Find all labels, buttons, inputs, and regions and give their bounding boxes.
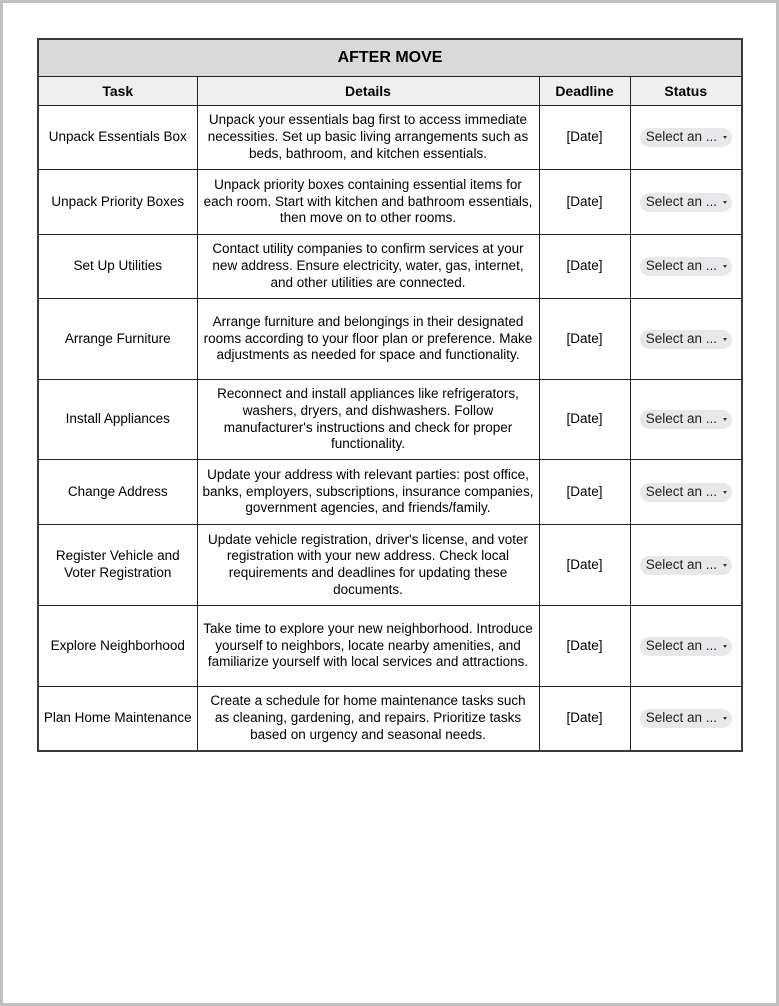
table-title-row: AFTER MOVE bbox=[37, 38, 743, 77]
status-dropdown-label: Select an ... bbox=[645, 258, 718, 274]
task-cell: Unpack Priority Boxes bbox=[37, 169, 198, 235]
deadline-cell[interactable]: [Date] bbox=[538, 298, 631, 380]
caret-down-icon bbox=[722, 563, 727, 567]
details-cell: Create a schedule for home maintenance t… bbox=[196, 686, 540, 751]
status-cell: Select an ... bbox=[629, 169, 743, 235]
status-dropdown-label: Select an ... bbox=[645, 411, 718, 427]
status-dropdown[interactable]: Select an ... bbox=[639, 192, 732, 212]
status-dropdown-label: Select an ... bbox=[645, 556, 718, 572]
details-cell: Arrange furniture and belongings in thei… bbox=[196, 298, 540, 380]
status-dropdown[interactable]: Select an ... bbox=[639, 410, 732, 429]
table-row: Arrange Furniture Arrange furniture and b… bbox=[37, 298, 743, 380]
deadline-cell[interactable]: [Date] bbox=[538, 169, 631, 235]
caret-down-icon bbox=[722, 644, 727, 648]
details-cell: Unpack your essentials bag first to acce… bbox=[196, 105, 540, 170]
status-dropdown[interactable]: Select an ... bbox=[639, 128, 732, 147]
status-cell: Select an ... bbox=[629, 298, 743, 380]
table-row: Explore Neighborhood Take time to explore… bbox=[37, 605, 743, 687]
details-cell: Take time to explore your new neighborho… bbox=[196, 605, 540, 687]
task-cell: Register Vehicle and Voter Registration bbox=[37, 524, 198, 606]
status-dropdown[interactable]: Select an ... bbox=[639, 708, 732, 728]
status-cell: Select an ... bbox=[629, 105, 743, 170]
task-cell: Change Address bbox=[37, 459, 198, 525]
status-cell: Select an ... bbox=[629, 686, 743, 751]
status-dropdown-label: Select an ... bbox=[645, 193, 718, 209]
task-cell: Unpack Essentials Box bbox=[37, 105, 198, 170]
status-dropdown-label: Select an ... bbox=[645, 709, 718, 725]
header-deadline: Deadline bbox=[538, 76, 631, 106]
deadline-cell[interactable]: [Date] bbox=[538, 524, 631, 606]
status-dropdown-label: Select an ... bbox=[645, 637, 718, 653]
table-row: Set Up Utilities Contact utility companie… bbox=[37, 234, 743, 299]
status-cell: Select an ... bbox=[629, 605, 743, 687]
task-cell: Arrange Furniture bbox=[37, 298, 198, 380]
task-cell: Install Appliances bbox=[37, 379, 198, 460]
deadline-cell[interactable]: [Date] bbox=[538, 234, 631, 299]
header-task: Task bbox=[37, 76, 198, 106]
deadline-cell[interactable]: [Date] bbox=[538, 105, 631, 170]
status-dropdown[interactable]: Select an ... bbox=[639, 636, 732, 656]
status-cell: Select an ... bbox=[629, 459, 743, 525]
details-cell: Update vehicle registration, driver's li… bbox=[196, 524, 540, 606]
table-row: Install Appliances Reconnect and install … bbox=[37, 379, 743, 460]
document-page: AFTER MOVE Task Details Deadline Status … bbox=[3, 3, 776, 1003]
table-row: Plan Home Maintenance Create a schedule f… bbox=[37, 686, 743, 751]
caret-down-icon bbox=[722, 136, 727, 139]
status-cell: Select an ... bbox=[629, 524, 743, 606]
status-dropdown-label: Select an ... bbox=[645, 330, 718, 346]
deadline-cell[interactable]: [Date] bbox=[538, 605, 631, 687]
status-cell: Select an ... bbox=[629, 234, 743, 299]
status-dropdown[interactable]: Select an ... bbox=[639, 329, 732, 349]
table-row: Unpack Essentials Box Unpack your essenti… bbox=[37, 105, 743, 170]
status-dropdown-label: Select an ... bbox=[645, 483, 718, 499]
after-move-table: AFTER MOVE Task Details Deadline Status … bbox=[37, 38, 744, 752]
header-details: Details bbox=[196, 76, 540, 106]
table-row: Unpack Priority Boxes Unpack priority box… bbox=[37, 169, 743, 235]
caret-down-icon bbox=[722, 418, 727, 421]
caret-down-icon bbox=[722, 265, 727, 268]
table-row: Change Address Update your address with r… bbox=[37, 459, 743, 525]
status-dropdown[interactable]: Select an ... bbox=[639, 555, 732, 575]
caret-down-icon bbox=[722, 490, 727, 494]
deadline-cell[interactable]: [Date] bbox=[538, 686, 631, 751]
deadline-cell[interactable]: [Date] bbox=[538, 379, 631, 460]
status-dropdown-label: Select an ... bbox=[645, 129, 718, 145]
status-dropdown[interactable]: Select an ... bbox=[639, 257, 732, 276]
details-cell: Reconnect and install appliances like re… bbox=[196, 379, 540, 460]
table-title: AFTER MOVE bbox=[37, 38, 743, 77]
task-cell: Set Up Utilities bbox=[37, 234, 198, 299]
table-row: Register Vehicle and Voter Registration U… bbox=[37, 524, 743, 606]
task-cell: Explore Neighborhood bbox=[37, 605, 198, 687]
caret-down-icon bbox=[722, 337, 727, 341]
caret-down-icon bbox=[722, 200, 727, 204]
table-header-row: Task Details Deadline Status bbox=[37, 76, 743, 106]
deadline-cell[interactable]: [Date] bbox=[538, 459, 631, 525]
details-cell: Unpack priority boxes containing essenti… bbox=[196, 169, 540, 235]
status-cell: Select an ... bbox=[629, 379, 743, 460]
header-status: Status bbox=[629, 76, 743, 106]
details-cell: Contact utility companies to confirm ser… bbox=[196, 234, 540, 299]
details-cell: Update your address with relevant partie… bbox=[196, 459, 540, 525]
task-cell: Plan Home Maintenance bbox=[37, 686, 198, 751]
caret-down-icon bbox=[722, 716, 727, 720]
status-dropdown[interactable]: Select an ... bbox=[639, 482, 732, 502]
